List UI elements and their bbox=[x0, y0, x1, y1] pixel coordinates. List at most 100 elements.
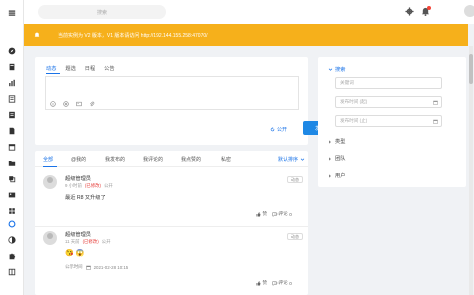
avatar[interactable] bbox=[43, 231, 57, 245]
active-tab-indicator bbox=[43, 166, 57, 167]
tab-schedule[interactable]: 日程 bbox=[85, 65, 95, 72]
compass-icon[interactable] bbox=[6, 45, 18, 57]
filter-group-team[interactable]: 团队 bbox=[328, 155, 345, 162]
composer-tabs: 动态 题选 日程 公告 bbox=[46, 65, 115, 72]
calendar-icon bbox=[433, 100, 438, 105]
status-badge: 动态 bbox=[287, 233, 303, 240]
feed-tabs: 全部 @我的 我发布的 我评论的 我点赞的 私密 默认排序 bbox=[35, 151, 308, 167]
image-icon[interactable] bbox=[6, 189, 18, 201]
filter-group-user[interactable]: 用户 bbox=[328, 172, 345, 179]
composer-toolbar bbox=[45, 98, 299, 110]
avatar[interactable] bbox=[43, 175, 57, 189]
thumbs-up-icon bbox=[256, 211, 261, 216]
chevron-right-icon bbox=[329, 173, 331, 178]
post-meta: 9 小时前 (已修改) 公开 bbox=[65, 183, 113, 189]
group-label: 团队 bbox=[335, 156, 346, 162]
calendar-icon bbox=[85, 265, 91, 270]
like-button[interactable]: 赞 bbox=[256, 211, 267, 217]
tab-dynamic[interactable]: 动态 bbox=[46, 65, 56, 72]
comment-label: 评论 bbox=[278, 211, 288, 216]
tab-my-posts[interactable]: 我发布的 bbox=[105, 156, 125, 163]
version-notice: 当前实例为 V2 版本，V1 版本请访问 http://192.144.155.… bbox=[24, 24, 468, 46]
at-icon[interactable] bbox=[63, 100, 69, 107]
tab-my-likes[interactable]: 我点赞的 bbox=[181, 156, 201, 163]
post-actions: ⋯ 赞 评论 0 bbox=[35, 209, 308, 220]
left-sidebar bbox=[0, 0, 24, 295]
date-from-input[interactable]: 发布时间 (起) bbox=[335, 96, 442, 108]
menu-icon[interactable] bbox=[6, 7, 18, 19]
comment-icon bbox=[272, 281, 277, 286]
post-visibility: 公开 bbox=[101, 239, 111, 244]
sort-label: 默认排序 bbox=[278, 157, 299, 163]
tab-my-comments[interactable]: 我评论的 bbox=[143, 156, 163, 163]
post-textarea[interactable] bbox=[45, 76, 299, 98]
post-actions: ⋯ 赞 评论 0 bbox=[35, 278, 308, 289]
visibility-label: 公开 bbox=[277, 127, 288, 133]
contrast-icon[interactable] bbox=[6, 234, 18, 246]
folder-icon[interactable] bbox=[6, 157, 18, 169]
image-icon[interactable] bbox=[76, 101, 82, 107]
post-content: 最近 R8 又升级了 bbox=[65, 195, 106, 201]
chart-icon[interactable] bbox=[6, 77, 18, 89]
tab-announcement[interactable]: 公告 bbox=[104, 65, 114, 72]
post-meta: 11 天前 (已修改) 公开 bbox=[65, 239, 110, 245]
gear-icon[interactable] bbox=[404, 6, 415, 17]
emoji-icon[interactable] bbox=[50, 100, 56, 107]
post-author[interactable]: 超级管理员 bbox=[65, 231, 91, 238]
book-icon[interactable] bbox=[6, 61, 18, 73]
publish-time-label: 公示时间 bbox=[65, 264, 83, 269]
scroll-thumb[interactable] bbox=[469, 54, 473, 84]
chevron-right-icon bbox=[329, 156, 331, 161]
post-author[interactable]: 超级管理员 bbox=[65, 175, 91, 182]
status-badge: 动态 bbox=[287, 176, 303, 183]
bell-icon bbox=[34, 32, 40, 37]
apps-icon[interactable] bbox=[6, 205, 18, 217]
tab-all[interactable]: 全部 bbox=[43, 156, 53, 163]
date-to-placeholder: 发布时间 (止) bbox=[340, 118, 368, 123]
comment-count: 0 bbox=[289, 211, 292, 217]
like-button[interactable]: 赞 bbox=[256, 280, 267, 286]
filter-header[interactable]: 搜索 bbox=[328, 66, 345, 73]
attachment-icon[interactable] bbox=[89, 101, 95, 107]
global-search-input[interactable]: 搜索 bbox=[38, 5, 166, 19]
filter-panel: 搜索 关键词 发布时间 (起) 发布时间 (止) 类型 团队 用户 bbox=[318, 57, 466, 187]
active-tab-indicator bbox=[46, 73, 60, 74]
post-time: 9 小时前 bbox=[65, 183, 82, 188]
chevron-down-icon bbox=[300, 158, 305, 161]
page-scrollbar[interactable] bbox=[469, 46, 473, 295]
calendar-icon bbox=[433, 119, 438, 124]
group-label: 类型 bbox=[335, 139, 346, 145]
tab-question[interactable]: 题选 bbox=[65, 65, 75, 72]
report-icon[interactable] bbox=[6, 109, 18, 121]
calendar-icon[interactable] bbox=[6, 141, 18, 153]
sort-dropdown[interactable]: 默认排序 bbox=[278, 156, 305, 163]
puzzle-icon[interactable] bbox=[6, 250, 18, 262]
chevron-right-icon bbox=[329, 139, 331, 144]
grid-icon[interactable] bbox=[6, 266, 18, 278]
date-to-input[interactable]: 发布时间 (止) bbox=[335, 115, 442, 127]
settings-circle-icon[interactable] bbox=[6, 218, 18, 230]
post-composer: 动态 题选 日程 公告 公开 发布 bbox=[35, 57, 337, 145]
comment-button[interactable]: 评论 0 bbox=[272, 280, 292, 286]
doc-icon[interactable] bbox=[6, 125, 18, 137]
user-avatar[interactable] bbox=[464, 5, 474, 17]
notification-badge bbox=[427, 6, 431, 10]
notice-text: 当前实例为 V2 版本，V1 版本请访问 http://192.144.155.… bbox=[58, 32, 208, 39]
filter-group-type[interactable]: 类型 bbox=[328, 138, 345, 145]
like-label: 赞 bbox=[262, 280, 268, 285]
thumbs-up-icon bbox=[256, 280, 261, 285]
keyword-input[interactable]: 关键词 bbox=[335, 77, 442, 89]
tab-mentions[interactable]: @我的 bbox=[71, 156, 86, 163]
refresh-icon bbox=[270, 127, 275, 132]
visibility-toggle[interactable]: 公开 bbox=[270, 126, 287, 133]
post-visibility: 公开 bbox=[103, 183, 113, 188]
list-icon[interactable] bbox=[6, 93, 18, 105]
group-label: 用户 bbox=[335, 173, 346, 179]
layers-icon[interactable] bbox=[6, 173, 18, 185]
filter-title: 搜索 bbox=[335, 67, 346, 73]
bell-icon[interactable] bbox=[420, 6, 431, 17]
publish-time: 2021-02-28 10:15 bbox=[93, 264, 129, 270]
comment-button[interactable]: 评论 0 bbox=[272, 211, 292, 217]
tab-private[interactable]: 私密 bbox=[221, 156, 231, 163]
edited-tag: (已修改) bbox=[82, 239, 99, 244]
